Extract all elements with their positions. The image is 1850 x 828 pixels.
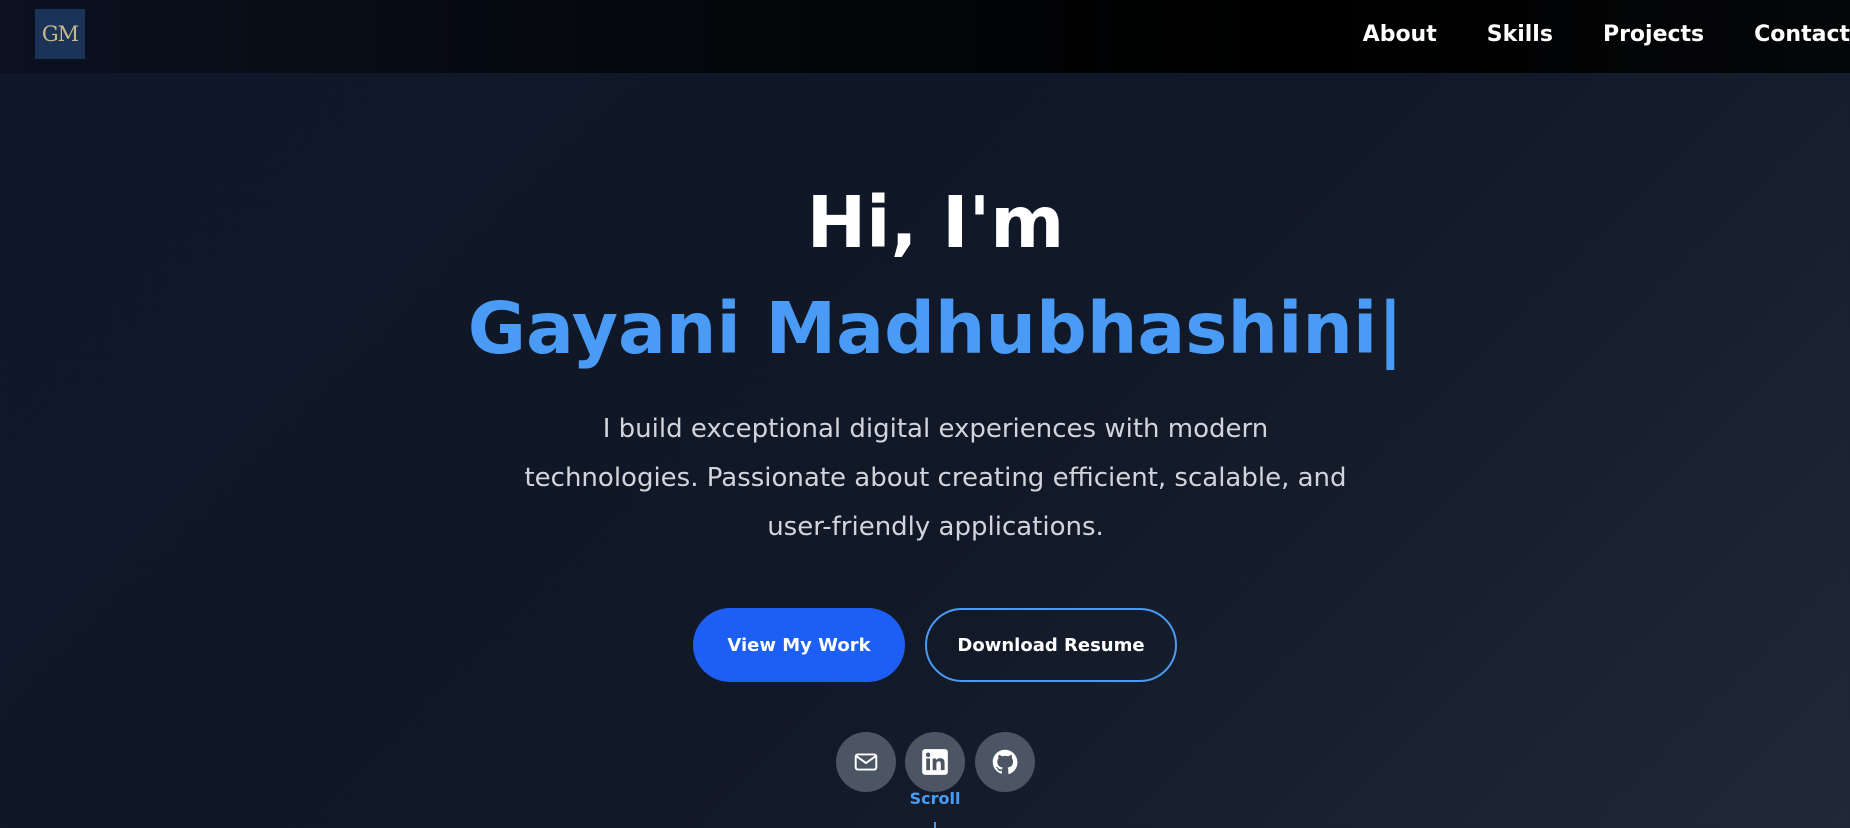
github-button[interactable] [975, 732, 1035, 792]
view-my-work-button[interactable]: View My Work [693, 608, 905, 682]
github-icon [991, 748, 1019, 776]
scroll-indicator-line [934, 822, 936, 828]
linkedin-icon [921, 748, 949, 776]
download-resume-button[interactable]: Download Resume [925, 608, 1177, 682]
hero-section: Hi, I'm Gayani Madhubhashini| I build ex… [0, 0, 1850, 828]
email-button[interactable] [836, 732, 896, 792]
hero-name-text: Gayani Madhubhashini [467, 287, 1378, 370]
hero-tagline: I build exceptional digital experiences … [524, 414, 1347, 542]
linkedin-button[interactable] [905, 732, 965, 792]
hero-name: Gayani Madhubhashini| [0, 281, 1850, 376]
typing-cursor: | [1377, 287, 1404, 370]
mail-icon [853, 749, 879, 775]
scroll-indicator-label[interactable]: Scroll [885, 789, 985, 808]
hero-greeting: Hi, I'm [806, 181, 1065, 264]
